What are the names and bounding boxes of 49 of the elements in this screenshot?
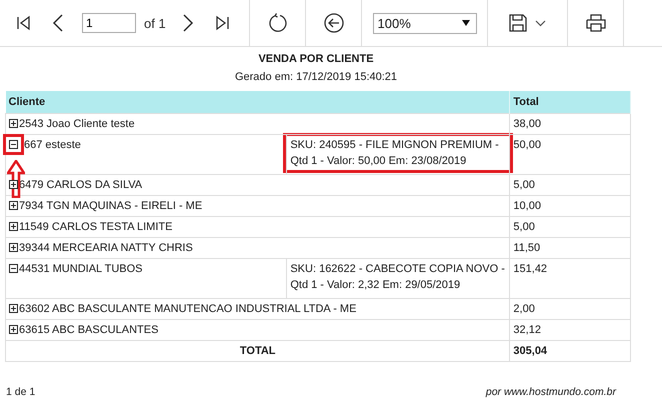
- last-page-icon: [214, 15, 230, 31]
- chevron-down-icon: [535, 20, 546, 26]
- expand-icon[interactable]: [9, 201, 18, 210]
- total-value: 151,42: [513, 263, 548, 275]
- total-value: 38,00: [513, 118, 541, 130]
- item-detail: SKU: 240595 - FILE MIGNON PREMIUM - Qtd 1 - Valor: 50,00 Em: 23/08/2019: [290, 139, 499, 167]
- page-count: of 1: [144, 16, 166, 30]
- refresh-icon: [268, 13, 288, 33]
- credit-text: por www.hostmundo.com.br: [486, 386, 616, 398]
- expand-icon[interactable]: [9, 222, 18, 231]
- total-value: 5,00: [513, 179, 535, 191]
- report-title: VENDA POR CLIENTE: [257, 53, 375, 65]
- total-value: 10,00: [513, 200, 541, 212]
- total-label: TOTAL: [240, 345, 276, 357]
- total-value: 2,00: [513, 303, 535, 315]
- client-name: 7934 TGN MAQUINAS - EIRELI - ME: [19, 200, 202, 212]
- total-value: 5,00: [513, 221, 535, 233]
- printer-icon: [586, 14, 606, 32]
- expand-icon[interactable]: [9, 325, 18, 334]
- page-number-field[interactable]: 1: [82, 13, 136, 33]
- collapse-icon[interactable]: [9, 264, 18, 273]
- client-name: 63602 ABC BASCULANTE MANUTENCAO INDUSTRIAL LTDA - ME: [19, 303, 356, 315]
- grand-total: 305,04: [513, 345, 548, 357]
- zoom-select[interactable]: 100%: [372, 12, 476, 34]
- collapse-icon[interactable]: [9, 140, 18, 149]
- client-name: 39344 MERCEARIA NATTY CHRIS: [19, 242, 193, 254]
- expand-icon[interactable]: [9, 180, 18, 189]
- total-value: 11,50: [513, 242, 540, 254]
- expand-icon[interactable]: [9, 304, 18, 313]
- first-page-icon: [16, 15, 32, 31]
- total-value: 32,12: [513, 324, 541, 336]
- expand-icon[interactable]: [9, 243, 18, 252]
- floppy-disk-icon: [509, 14, 527, 32]
- client-name: 44531 MUNDIAL TUBOS: [19, 263, 142, 275]
- page-indicator: 1 de 1: [6, 386, 36, 398]
- total-value: 50,00: [513, 139, 541, 151]
- column-header: Cliente: [6, 91, 510, 114]
- item-detail: SKU: 162622 - CABECOTE COPIA NOVO - Qtd 1 - Valor: 2,32 Em: 29/05/2019: [290, 263, 505, 291]
- expand-icon[interactable]: [9, 119, 18, 128]
- client-name: 63615 ABC BASCULANTES: [19, 324, 158, 336]
- client-name: 6479 CARLOS DA SILVA: [19, 179, 142, 191]
- client-name: 11549 CARLOS TESTA LIMITE: [19, 221, 172, 233]
- client-name: 2543 Joao Cliente teste: [19, 118, 135, 130]
- generated-date: Gerado em: 17/12/2019 15:40:21: [234, 71, 398, 83]
- client-name: 667 esteste: [24, 139, 81, 151]
- chevron-left-icon: [52, 14, 64, 32]
- column-header: Total: [510, 91, 630, 114]
- dropdown-arrow-icon: [462, 20, 470, 26]
- chevron-right-icon: [182, 14, 194, 32]
